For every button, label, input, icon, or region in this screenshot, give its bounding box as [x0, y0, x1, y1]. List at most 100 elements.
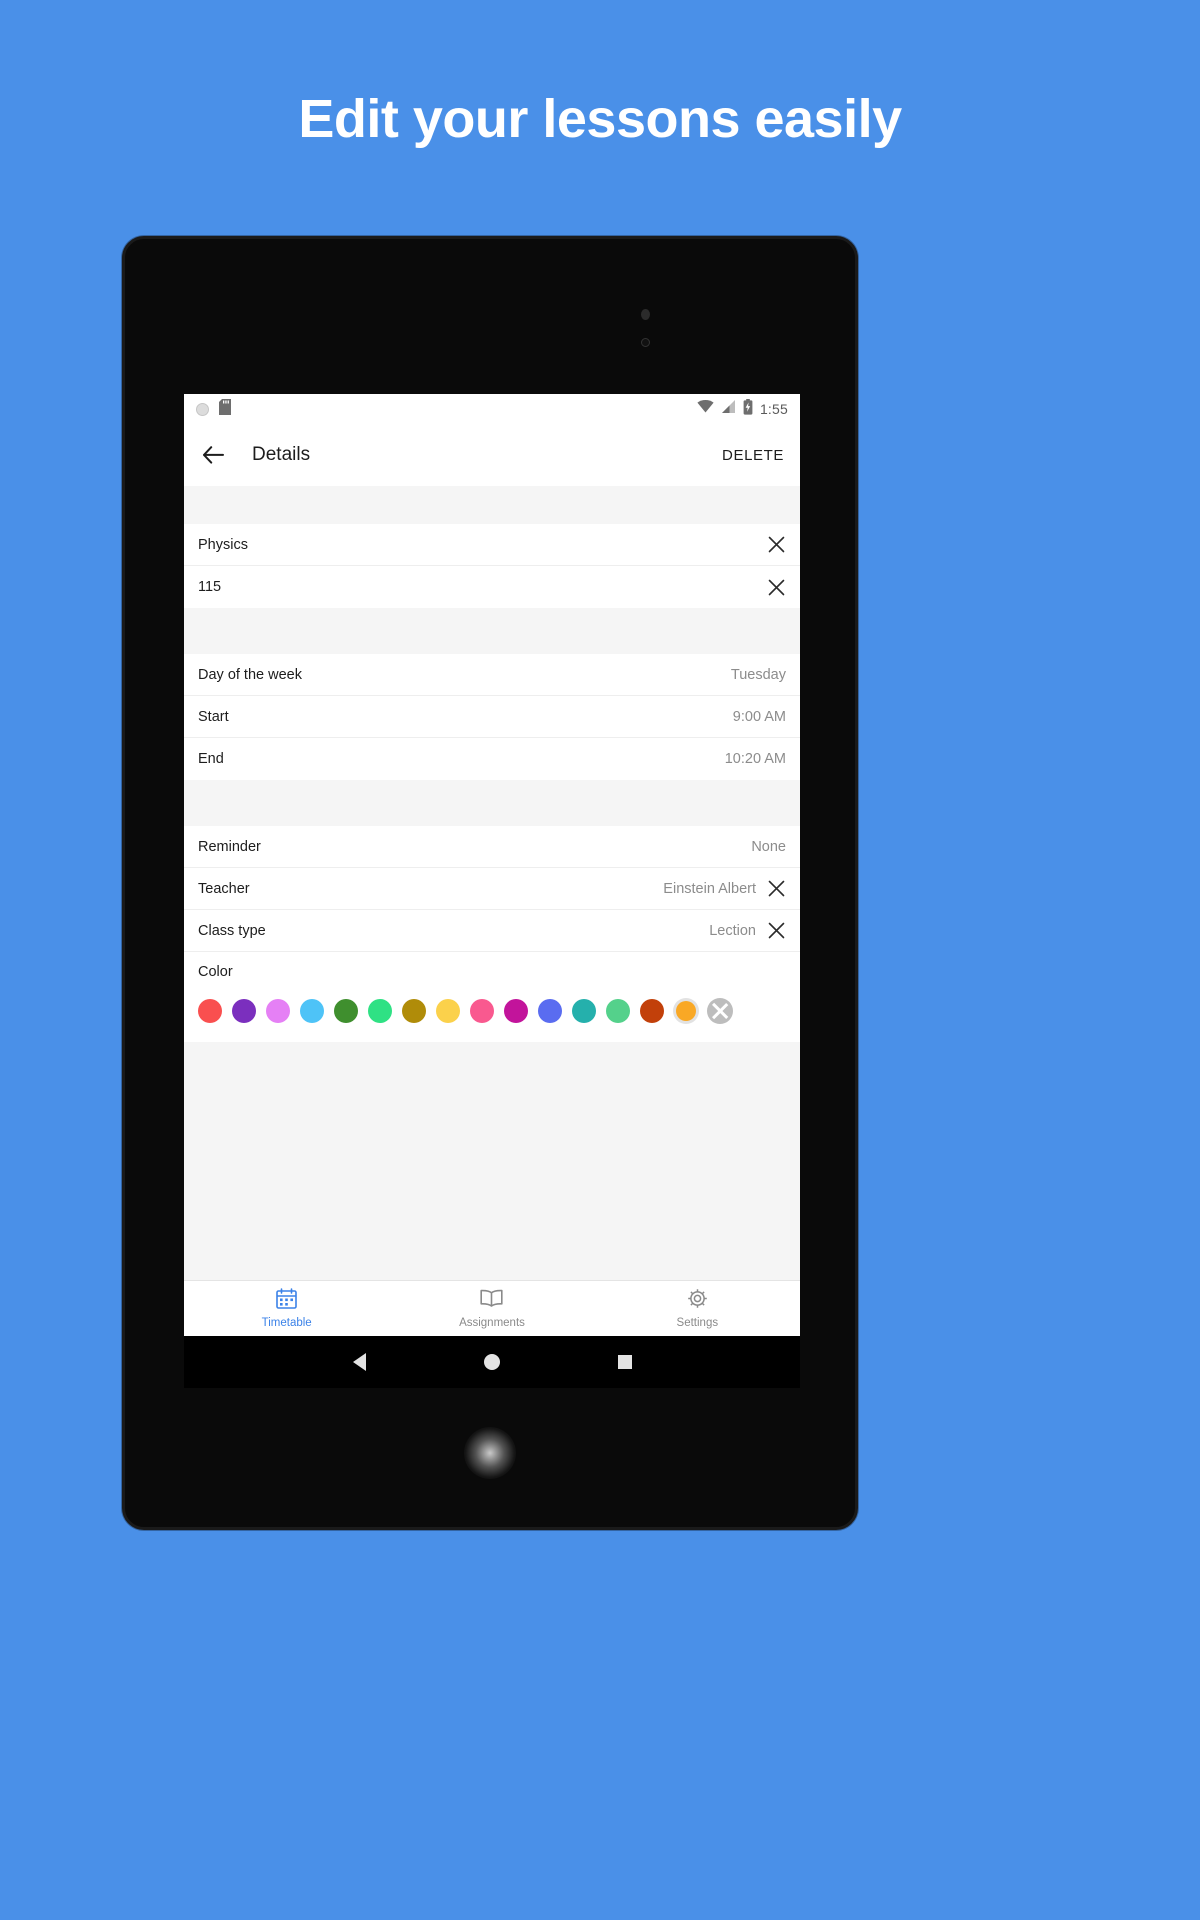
color-label-row: Color [184, 952, 800, 992]
status-bar-right: 1:55 [697, 398, 788, 420]
content-filler [184, 1042, 800, 1280]
clear-icon[interactable] [766, 921, 786, 941]
nav-item-settings[interactable]: Settings [595, 1288, 800, 1329]
color-swatch-5[interactable] [365, 996, 395, 1026]
color-swatch-dot [572, 999, 596, 1023]
nav-label-timetable: Timetable [261, 1317, 312, 1329]
circle-icon [196, 402, 209, 416]
calendar-icon [276, 1288, 297, 1314]
color-swatch-dot [538, 999, 562, 1023]
color-swatch-2[interactable] [263, 996, 293, 1026]
wifi-icon [697, 400, 714, 418]
color-swatch-8[interactable] [467, 996, 497, 1026]
color-swatch-dot [504, 999, 528, 1023]
home-nav-button[interactable] [483, 1354, 500, 1370]
delete-button[interactable]: DELETE [722, 447, 786, 464]
promo-screenshot: Edit your lessons easily 1:55 Details DE… [0, 0, 1200, 1920]
end-value: 10:20 AM [724, 751, 786, 767]
device-glow [464, 1427, 516, 1479]
device-frame: 1:55 Details DELETE Physics 115 Day of t… [122, 236, 858, 1530]
teacher-label: Teacher [198, 880, 250, 897]
recents-nav-button[interactable] [617, 1355, 632, 1369]
nav-label-settings: Settings [676, 1317, 719, 1329]
book-icon [480, 1288, 504, 1314]
nav-item-timetable[interactable]: Timetable [184, 1288, 389, 1329]
back-nav-button[interactable] [352, 1353, 366, 1371]
color-swatch-14[interactable] [671, 996, 701, 1026]
color-swatch-dot [300, 999, 324, 1023]
section-spacer [184, 608, 800, 654]
teacher-value: Einstein Albert [663, 880, 756, 897]
reminder-label: Reminder [198, 838, 261, 855]
subject-row[interactable]: Physics [184, 524, 800, 566]
color-swatch-dot [198, 999, 222, 1023]
color-swatch-9[interactable] [501, 996, 531, 1026]
device-screen: 1:55 Details DELETE Physics 115 Day of t… [184, 394, 800, 1336]
status-bar-clock: 1:55 [759, 401, 788, 417]
color-swatch-none[interactable] [705, 996, 735, 1026]
subject-input[interactable]: Physics [198, 537, 248, 553]
day-of-the-week-row[interactable]: Day of the week Tuesday [184, 654, 800, 696]
start-value: 9:00 AM [732, 708, 786, 725]
bottom-navigation: Timetable Assignments Settings [184, 1280, 800, 1336]
signal-icon [721, 400, 736, 418]
sdcard-icon [219, 398, 231, 420]
color-swatch-13[interactable] [637, 996, 667, 1026]
section-spacer [184, 780, 800, 826]
color-swatch-dot [368, 999, 392, 1023]
status-bar-left [196, 398, 231, 420]
end-label: End [198, 751, 224, 767]
status-bar: 1:55 [184, 394, 800, 424]
color-swatch-dot [334, 999, 358, 1023]
room-input[interactable]: 115 [198, 579, 221, 595]
color-swatch-3[interactable] [297, 996, 327, 1026]
color-swatch-dot [606, 999, 630, 1023]
clear-icon[interactable] [766, 535, 786, 555]
battery-charging-icon [743, 398, 753, 420]
day-of-the-week-label: Day of the week [198, 666, 302, 683]
color-swatch-dot [640, 999, 664, 1023]
color-swatch-11[interactable] [569, 996, 599, 1026]
color-swatch-6[interactable] [399, 996, 429, 1026]
start-row[interactable]: Start 9:00 AM [184, 696, 800, 738]
toolbar-title: Details [252, 444, 311, 465]
color-swatch-dot [436, 999, 460, 1023]
color-swatch-7[interactable] [433, 996, 463, 1026]
page-title: Edit your lessons easily [298, 89, 902, 149]
reminder-row[interactable]: Reminder None [184, 826, 800, 868]
app-toolbar: Details DELETE [184, 424, 800, 486]
sensor-icon [641, 338, 650, 347]
front-camera-icon [641, 309, 650, 320]
day-of-the-week-value: Tuesday [730, 666, 786, 683]
color-swatch-list [184, 992, 800, 1042]
color-swatch-4[interactable] [331, 996, 361, 1026]
color-swatch-dot [402, 999, 426, 1023]
meta-section: Reminder None Teacher Einstein Albert Cl… [184, 826, 800, 1042]
end-row[interactable]: End 10:20 AM [184, 738, 800, 780]
color-swatch-dot [470, 999, 494, 1023]
clear-icon[interactable] [766, 577, 786, 597]
android-navigation-bar [184, 1336, 800, 1388]
color-swatch-0[interactable] [195, 996, 225, 1026]
color-swatch-1[interactable] [229, 996, 259, 1026]
class-type-row[interactable]: Class type Lection [184, 910, 800, 952]
start-label: Start [198, 708, 229, 725]
nav-label-assignments: Assignments [459, 1317, 525, 1329]
class-type-value: Lection [709, 922, 756, 939]
color-swatch-10[interactable] [535, 996, 565, 1026]
schedule-section: Day of the week Tuesday Start 9:00 AM En… [184, 654, 800, 780]
color-swatch-12[interactable] [603, 996, 633, 1026]
teacher-row[interactable]: Teacher Einstein Albert [184, 868, 800, 910]
no-color-icon [707, 998, 733, 1024]
nav-item-assignments[interactable]: Assignments [389, 1288, 594, 1329]
color-swatch-dot [676, 1001, 696, 1021]
subject-section: Physics 115 [184, 524, 800, 608]
color-swatch-dot [232, 999, 256, 1023]
room-row[interactable]: 115 [184, 566, 800, 608]
back-arrow-icon[interactable] [198, 440, 228, 470]
details-form: Physics 115 Day of the week Tuesday Star… [184, 486, 800, 1280]
clear-icon[interactable] [766, 879, 786, 899]
color-label: Color [198, 964, 233, 980]
gear-icon [687, 1288, 708, 1314]
class-type-label: Class type [198, 922, 266, 939]
